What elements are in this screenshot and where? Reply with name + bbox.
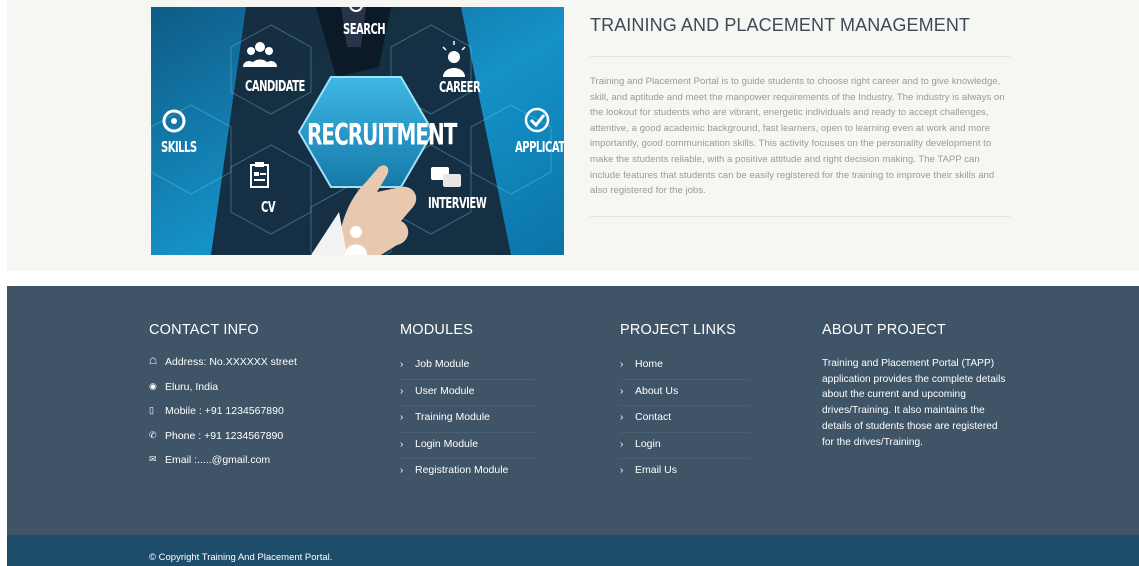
about-project-title: ABOUT PROJECT xyxy=(822,322,946,338)
chevron-right-icon: › xyxy=(620,465,624,476)
chevron-right-icon: › xyxy=(620,438,624,450)
contact-address: ☖ Address: No.XXXXXX street xyxy=(149,356,297,381)
project-links-column: PROJECT LINKS › Home › About Us › Contact ›… xyxy=(620,322,750,486)
about-description: Training and Placement Portal is to guid… xyxy=(590,74,1010,217)
hero-label-search: SEARCH xyxy=(343,22,386,39)
phone-icon: ✆ xyxy=(149,429,157,440)
about-title: TRAINING AND PLACEMENT MANAGEMENT xyxy=(590,15,1010,57)
chevron-right-icon: › xyxy=(400,385,404,397)
chevron-right-icon: › xyxy=(620,385,624,397)
contact-location-text: Eluru, India xyxy=(165,380,219,393)
modules-column: MODULES › Job Module › User Module › Traini… xyxy=(400,322,535,486)
contact-mobile-text: Mobile : +91 1234567890 xyxy=(165,405,284,417)
module-link-job[interactable]: › Job Module xyxy=(400,353,535,380)
module-link-login[interactable]: › Login Module xyxy=(400,433,535,459)
chevron-right-icon: › xyxy=(620,359,624,370)
chevron-right-icon: › xyxy=(620,412,624,423)
module-link-registration[interactable]: › Registration Module xyxy=(400,459,535,486)
copyright-text: © Copyright Training And Placement Porta… xyxy=(149,552,333,563)
contact-location: ◉ Eluru, India xyxy=(149,381,297,406)
chevron-right-icon: › xyxy=(400,438,404,450)
contact-email: ✉ Email :.....@gmail.com xyxy=(149,454,297,479)
project-link-about-us[interactable]: › About Us xyxy=(620,380,750,406)
module-link-user[interactable]: › User Module xyxy=(400,380,535,406)
hero-label-cv: CV xyxy=(261,200,276,217)
project-link-contact[interactable]: › Contact xyxy=(620,406,750,433)
contact-phone: ✆ Phone : +91 1234567890 xyxy=(149,430,297,455)
modules-list: › Job Module › User Module › Training Modul… xyxy=(400,353,535,486)
contact-info-title: CONTACT INFO xyxy=(149,322,259,338)
modules-title: MODULES xyxy=(400,322,474,338)
footer: CONTACT INFO ☖ Address: No.XXXXXX street… xyxy=(7,286,1139,535)
project-links-list: › Home › About Us › Contact › Login › Email U… xyxy=(620,353,750,486)
project-link-email-us[interactable]: › Email Us xyxy=(620,459,750,486)
copyright-bar: © Copyright Training And Placement Porta… xyxy=(7,535,1139,566)
mobile-icon: ▯ xyxy=(149,405,154,415)
project-link-login[interactable]: › Login xyxy=(620,433,750,459)
module-link-training[interactable]: › Training Module xyxy=(400,406,535,433)
contact-address-text: Address: No.XXXXXX street xyxy=(165,356,297,368)
contact-phone-text: Phone : +91 1234567890 xyxy=(165,429,284,442)
project-links-title: PROJECT LINKS xyxy=(620,322,736,338)
contact-email-text: Email :.....@gmail.com xyxy=(165,454,271,466)
envelope-icon: ✉ xyxy=(149,454,157,464)
chevron-right-icon: › xyxy=(400,412,404,423)
about-project-text: Training and Placement Portal (TAPP) app… xyxy=(822,358,1006,448)
about-text-block: TRAINING AND PLACEMENT MANAGEMENT Traini… xyxy=(590,15,1010,217)
contact-info-list: ☖ Address: No.XXXXXX street ◉ Eluru, Ind… xyxy=(149,356,297,479)
about-section: SEARCH CANDIDATE CAREER SKILLS APPLICATI… xyxy=(7,0,1139,271)
hero-label-skills: SKILLS xyxy=(161,140,197,157)
contact-mobile: ▯ Mobile : +91 1234567890 xyxy=(149,405,297,430)
hero-label-interview: INTERVIEW xyxy=(428,196,487,213)
chevron-right-icon: › xyxy=(400,359,404,370)
hero-label-recruitment: RECRUITMENT xyxy=(307,117,457,152)
recruitment-hero-image: SEARCH CANDIDATE CAREER SKILLS APPLICATI… xyxy=(151,7,564,255)
about-project-column: ABOUT PROJECT Training and Placement Por… xyxy=(822,322,1010,450)
hero-label-candidate: CANDIDATE xyxy=(245,79,305,96)
home-icon: ☖ xyxy=(149,356,158,366)
project-link-home[interactable]: › Home xyxy=(620,353,750,380)
globe-icon: ◉ xyxy=(149,380,157,391)
contact-info-column: CONTACT INFO ☖ Address: No.XXXXXX street… xyxy=(149,322,297,479)
hero-label-application: APPLICATION xyxy=(515,140,564,157)
hero-label-career: CAREER xyxy=(439,80,481,97)
chevron-right-icon: › xyxy=(400,465,404,476)
